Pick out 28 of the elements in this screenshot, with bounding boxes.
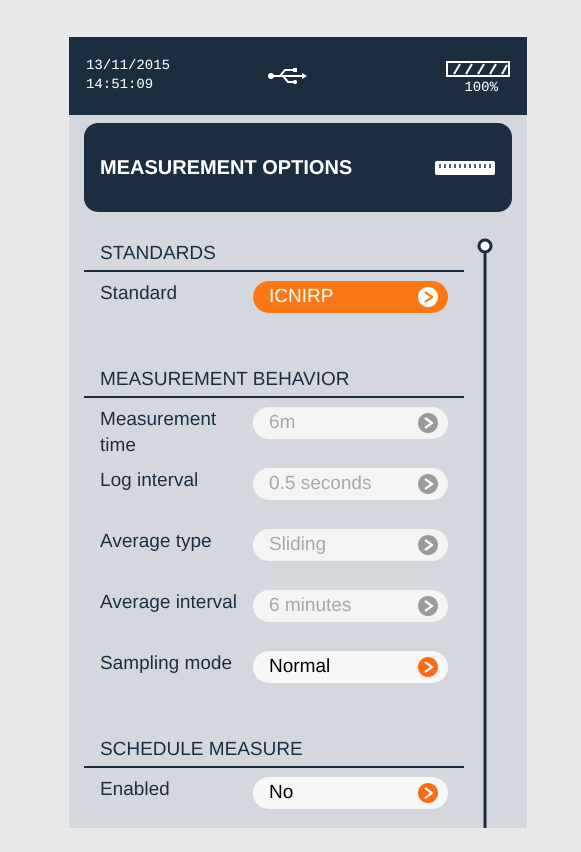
- setting-label: Standard: [99, 282, 178, 306]
- setting-value-field[interactable]: No: [253, 777, 448, 809]
- setting-label: Enabled: [99, 778, 171, 802]
- section-heading: SCHEDULE MEASURE: [100, 739, 303, 761]
- setting-value-field[interactable]: Normal: [253, 651, 448, 683]
- usb-icon: [268, 68, 308, 84]
- chevron-right-icon: [418, 474, 438, 494]
- chevron-right-icon: [418, 535, 438, 555]
- chevron-right-icon: [418, 287, 438, 307]
- chevron-right-icon: [418, 413, 438, 433]
- section-heading: MEASUREMENT BEHAVIOR: [100, 369, 350, 391]
- battery-icon: [446, 60, 510, 76]
- date-text: 13/11/2015: [86, 57, 170, 76]
- setting-label: Log interval: [99, 469, 200, 493]
- battery-percent: 100%: [464, 80, 499, 96]
- chevron-right-icon: [418, 657, 438, 677]
- chevron-right-icon: [418, 596, 438, 616]
- setting-value-field[interactable]: ICNIRP: [253, 281, 448, 313]
- page-title: MEASUREMENT OPTIONS: [100, 156, 352, 180]
- scroll-bar[interactable]: [477, 238, 493, 828]
- setting-label: Measurement time: [99, 408, 218, 458]
- chevron-right-icon: [418, 783, 438, 803]
- setting-label: Average type: [99, 530, 213, 554]
- setting-label: Sampling mode: [99, 652, 234, 676]
- time-text: 14:51:09: [86, 76, 154, 95]
- section-heading: STANDARDS: [100, 243, 216, 265]
- ruler-icon: [434, 160, 496, 176]
- setting-label: Average interval: [99, 591, 238, 615]
